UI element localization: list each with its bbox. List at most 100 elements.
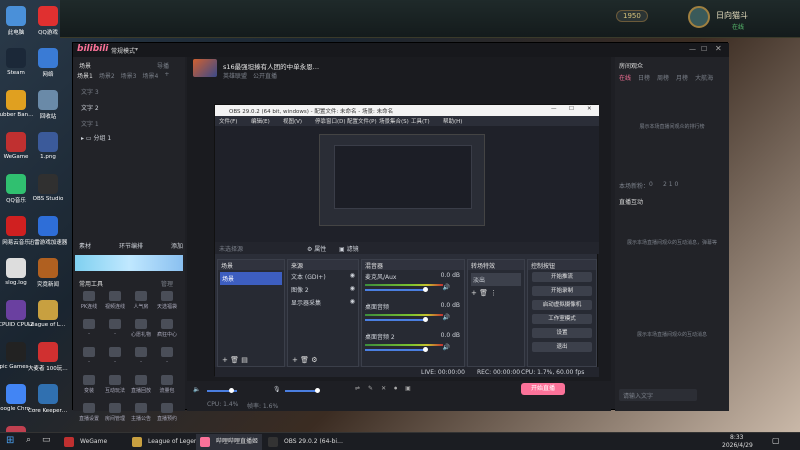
desktop-icon[interactable]: OBS Studio bbox=[28, 172, 68, 214]
control-button[interactable]: 开始推流 bbox=[532, 272, 592, 282]
trash-icon[interactable]: 🗑 bbox=[300, 356, 309, 364]
minimize-icon[interactable]: — bbox=[551, 106, 557, 112]
gear-icon[interactable]: ⚙ bbox=[311, 356, 317, 364]
close-icon[interactable]: ✕ bbox=[715, 44, 722, 53]
desktop-icon[interactable]: 大麦者 100玩Chrom… bbox=[28, 340, 68, 382]
desktop-icon[interactable]: 网络 bbox=[28, 46, 68, 88]
desktop-icon[interactable]: League of Legends bbox=[28, 298, 68, 340]
source-row[interactable]: 图像 2 ◉ bbox=[288, 283, 358, 296]
tab-weekly[interactable]: 周榜 bbox=[657, 73, 669, 82]
menu-item[interactable]: 工具(T) bbox=[411, 117, 430, 125]
tool-item[interactable]: - bbox=[129, 347, 153, 373]
maximize-icon[interactable]: ☐ bbox=[569, 106, 574, 112]
add-icon[interactable]: + bbox=[471, 289, 477, 297]
public-toggle[interactable]: 公开直播 bbox=[253, 71, 277, 80]
filters-button[interactable]: ▣ 滤镜 bbox=[339, 244, 359, 253]
tool-item[interactable]: - bbox=[103, 319, 127, 345]
maximize-icon[interactable]: ☐ bbox=[701, 45, 707, 53]
volume-slider[interactable] bbox=[365, 347, 428, 352]
taskbar-app[interactable]: League of Legends bbox=[128, 434, 205, 450]
speaker-icon[interactable]: 🔊 bbox=[443, 344, 450, 351]
tool-item[interactable]: 直播回放 bbox=[129, 375, 153, 401]
tool-item[interactable]: 直播预约 bbox=[155, 403, 179, 429]
add-icon[interactable]: + bbox=[222, 356, 228, 364]
mute-icon[interactable]: ✕ bbox=[381, 385, 386, 393]
menu-item[interactable]: 编辑(E) bbox=[251, 117, 270, 125]
menu-item[interactable]: 视图(V) bbox=[283, 117, 302, 125]
eye-icon[interactable]: ◉ bbox=[350, 272, 355, 281]
taskbar-app[interactable]: 哔哩哔哩直播姬 bbox=[196, 434, 262, 450]
eye-icon[interactable]: ◉ bbox=[350, 285, 355, 294]
add-button[interactable]: 添加 bbox=[171, 241, 183, 250]
control-button[interactable]: 开始录制 bbox=[532, 286, 592, 296]
control-button[interactable]: 工作室模式 bbox=[532, 314, 592, 324]
mix-icon[interactable]: ⇌ bbox=[355, 385, 360, 393]
tool-item[interactable]: 心愿礼物 bbox=[129, 319, 153, 345]
desktop-icon[interactable]: 究竟新闻 bbox=[28, 256, 68, 298]
source-group[interactable]: ▸ ▭ 分组 1 bbox=[81, 133, 111, 142]
start-live-button[interactable]: 开始直播 bbox=[521, 383, 565, 395]
source-item[interactable]: 文字 1 bbox=[81, 119, 99, 128]
tool-item[interactable]: 房间管理 bbox=[103, 403, 127, 429]
tab-monthly[interactable]: 月榜 bbox=[676, 73, 688, 82]
stream-cover[interactable] bbox=[193, 59, 217, 77]
menu-item[interactable]: 配置文件(P) bbox=[347, 117, 377, 125]
tool-item[interactable]: 人气房 bbox=[129, 291, 153, 317]
desktop-icon[interactable]: Core Keeper 离… bbox=[28, 382, 68, 424]
tab-scene-3[interactable]: 场景3 bbox=[121, 71, 137, 81]
stream-category[interactable]: 英雄联盟 bbox=[223, 71, 247, 80]
tool-item[interactable]: PK连线 bbox=[77, 291, 101, 317]
tab-online[interactable]: 在线 bbox=[619, 73, 631, 82]
mode-selector[interactable]: 常规模式 bbox=[111, 46, 135, 55]
record-icon[interactable]: ⏺ bbox=[394, 385, 397, 393]
material-button[interactable]: 素材 bbox=[79, 241, 91, 250]
tab-scene-4[interactable]: 场景4 bbox=[142, 71, 158, 81]
add-icon[interactable]: + bbox=[292, 356, 298, 364]
menu-item[interactable]: 停靠窗口(D) bbox=[315, 117, 346, 125]
close-icon[interactable]: ✕ bbox=[587, 106, 592, 112]
slider-knob[interactable] bbox=[423, 287, 428, 292]
schedule-button[interactable]: 环节编排 bbox=[119, 241, 143, 250]
menu-icon[interactable]: ⋮ bbox=[490, 289, 497, 297]
tab-daily[interactable]: 日榜 bbox=[638, 73, 650, 82]
volume-slider[interactable] bbox=[207, 388, 237, 393]
microphone-icon[interactable]: 🎙 bbox=[273, 386, 281, 393]
tool-item[interactable]: - bbox=[77, 347, 101, 373]
avatar[interactable] bbox=[688, 6, 710, 28]
volume-slider[interactable] bbox=[365, 287, 428, 292]
tool-item[interactable]: - bbox=[155, 347, 179, 373]
desktop-icon[interactable]: 迅雷游戏加速器 bbox=[28, 214, 68, 256]
tool-item[interactable]: 主播公告 bbox=[129, 403, 153, 429]
scene-item[interactable]: 场景 bbox=[220, 272, 282, 285]
stream-title[interactable]: s16最强坦揍有人团的中单永恩… bbox=[223, 61, 319, 71]
trash-icon[interactable]: 🗑 bbox=[479, 289, 488, 297]
speaker-icon[interactable]: 🔈 bbox=[193, 386, 200, 393]
search-icon[interactable]: ⌕ bbox=[26, 435, 31, 445]
pen-icon[interactable]: ✎ bbox=[368, 385, 373, 393]
guide-button[interactable]: 导播 bbox=[157, 61, 169, 70]
menu-item[interactable]: 场景集合(S) bbox=[379, 117, 409, 125]
slider-knob[interactable] bbox=[423, 347, 428, 352]
control-button[interactable]: 设置 bbox=[532, 328, 592, 338]
add-scene-button[interactable]: + bbox=[164, 71, 169, 81]
source-item[interactable]: 文字 3 bbox=[81, 87, 99, 96]
chat-input[interactable]: 请输入文字 bbox=[619, 389, 697, 401]
taskbar-app[interactable]: OBS 29.0.2 (64-bi… bbox=[264, 434, 343, 450]
chevron-down-icon[interactable]: ▾ bbox=[135, 46, 138, 53]
tool-item[interactable]: 流量包 bbox=[155, 375, 179, 401]
task-view-icon[interactable]: ▭ bbox=[42, 435, 51, 445]
source-item[interactable]: 文字 2 bbox=[81, 103, 99, 112]
control-button[interactable]: 退出 bbox=[532, 342, 592, 352]
manage-button[interactable]: 管理 bbox=[161, 279, 173, 288]
tool-item[interactable]: 变装 bbox=[77, 375, 101, 401]
minimize-icon[interactable]: — bbox=[689, 45, 696, 53]
tool-item[interactable]: - bbox=[77, 319, 101, 345]
menu-item[interactable]: 帮助(H) bbox=[443, 117, 462, 125]
tool-item[interactable]: - bbox=[103, 347, 127, 373]
control-button[interactable]: 启动虚拟摄像机 bbox=[532, 300, 592, 310]
source-row[interactable]: 显示器采集 ◉ bbox=[288, 296, 358, 309]
tool-item[interactable]: 天选福袋 bbox=[155, 291, 179, 317]
transition-select[interactable]: 淡出 bbox=[471, 273, 521, 286]
desktop-icon[interactable]: QQ游戏 bbox=[28, 4, 68, 46]
tab-scene-1[interactable]: 场景1 bbox=[77, 71, 93, 81]
